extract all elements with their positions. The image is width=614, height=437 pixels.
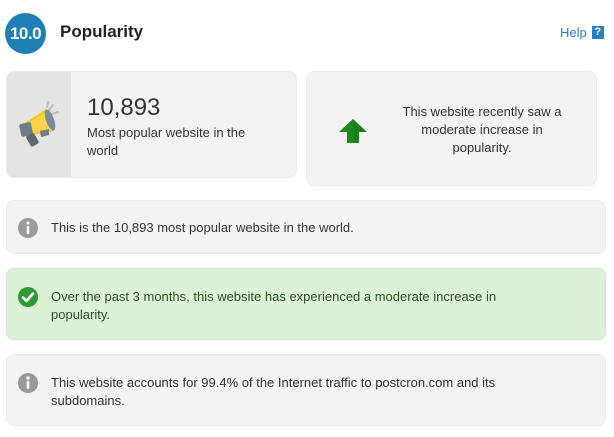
rank-value: 10,893 [87,94,161,121]
info-icon [18,373,38,393]
rank-label: Most popular website in the world [87,125,246,158]
rank-card: 10,893 Most popular website in the world [6,71,297,178]
info-message-rank: This is the 10,893 most popular website … [6,200,606,254]
info-message-text: This is the 10,893 most popular website … [51,220,354,235]
success-message-text: Over the past 3 months, this website has… [51,289,497,322]
score-badge: 10.0 [5,13,46,54]
megaphone-icon [19,100,59,146]
success-message-trend: Over the past 3 months, this website has… [6,268,606,340]
rank-icon-area [7,72,71,177]
help-link[interactable]: Help ? [560,25,604,40]
help-icon: ? [591,26,604,39]
trend-card: This website recently saw a moderate inc… [306,71,597,186]
help-link-label: Help [560,25,587,40]
trend-text: This website recently saw a moderate inc… [402,104,562,155]
arrow-up-icon [339,119,367,143]
info-message-traffic: This website accounts for 99.4% of the I… [6,354,606,426]
widget-title: Popularity [60,22,144,41]
widget-header: 10.0 Popularity Help ? [0,0,614,64]
info-icon [18,218,38,238]
info-message-text: This website accounts for 99.4% of the I… [51,375,496,408]
check-icon [18,287,38,307]
